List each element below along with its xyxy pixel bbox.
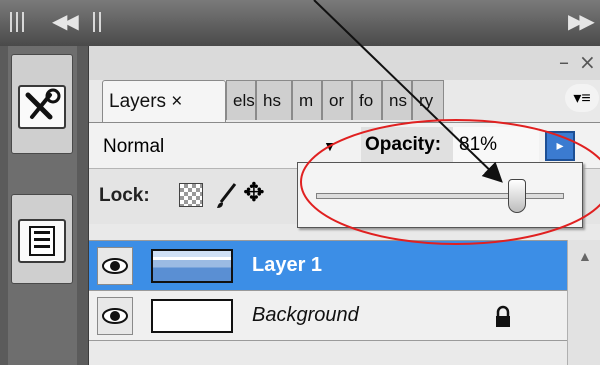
blend-mode-select[interactable]: Normal ▼ bbox=[97, 133, 357, 163]
tab-color[interactable]: or bbox=[322, 80, 352, 120]
layers-panel: – × Layers × els hs m or fo ns ry ▾≡ Nor… bbox=[88, 46, 600, 365]
minimize-button[interactable]: – bbox=[559, 50, 569, 74]
panel-menu-icon[interactable]: ▾≡ bbox=[565, 84, 599, 112]
info-panel-icon[interactable] bbox=[18, 219, 66, 263]
checker-icon[interactable] bbox=[179, 183, 203, 207]
chevron-down-icon[interactable]: ▼ bbox=[323, 138, 337, 154]
tool-strip bbox=[8, 46, 77, 365]
double-left-arrow-icon[interactable]: ◀◀ bbox=[52, 9, 79, 33]
tools-icon[interactable] bbox=[18, 85, 66, 129]
grip-handle[interactable] bbox=[99, 12, 101, 32]
opacity-slider-popup bbox=[297, 162, 583, 228]
lock-label: Lock: bbox=[99, 185, 150, 206]
tab-info[interactable]: fo bbox=[352, 80, 382, 120]
tab-channels[interactable]: els bbox=[226, 80, 256, 120]
opacity-slider-track[interactable] bbox=[316, 193, 564, 199]
grip-handle[interactable] bbox=[22, 12, 24, 32]
dock-header: ◀◀ ▶▶ bbox=[0, 0, 600, 46]
double-right-arrow-icon[interactable]: ▶▶ bbox=[568, 9, 595, 33]
tool-group bbox=[11, 54, 73, 154]
layer-name: Background bbox=[252, 304, 359, 326]
opacity-input[interactable]: 81% bbox=[453, 127, 539, 165]
tab-actions[interactable]: ns bbox=[382, 80, 412, 120]
tab-paths[interactable]: hs bbox=[256, 80, 292, 120]
layer-list-scrollbar[interactable]: ▲ bbox=[567, 240, 600, 365]
tab-history[interactable]: ry bbox=[412, 80, 444, 120]
panel-titlebar: – × bbox=[89, 46, 600, 80]
scroll-up-icon[interactable]: ▲ bbox=[578, 248, 592, 264]
layer-thumbnail bbox=[151, 299, 233, 333]
grip-handle[interactable] bbox=[93, 12, 95, 32]
opacity-slider-button[interactable]: ▸ bbox=[545, 131, 575, 161]
layer-list-empty-area bbox=[89, 340, 600, 365]
grip-handle[interactable] bbox=[10, 12, 12, 32]
move-icon[interactable]: ✥ bbox=[243, 178, 265, 208]
blend-mode-value: Normal bbox=[103, 136, 165, 157]
tab-m[interactable]: m bbox=[292, 80, 322, 120]
layer-name: Layer 1 bbox=[252, 254, 323, 276]
close-button[interactable]: × bbox=[579, 50, 596, 74]
layer-row-layer-1[interactable]: Layer 1 bbox=[89, 240, 600, 290]
grip-handle[interactable] bbox=[16, 12, 18, 32]
layer-thumbnail bbox=[151, 249, 233, 283]
brush-icon[interactable] bbox=[213, 181, 241, 216]
opacity-slider-thumb[interactable] bbox=[507, 179, 526, 213]
eye-icon[interactable] bbox=[97, 247, 133, 285]
lock-icon bbox=[493, 305, 513, 334]
opacity-label: Opacity: bbox=[361, 127, 453, 165]
tool-group bbox=[11, 194, 73, 284]
tab-layers[interactable]: Layers × bbox=[102, 80, 226, 122]
layer-row-background[interactable]: Background bbox=[89, 290, 600, 340]
eye-icon[interactable] bbox=[97, 297, 133, 335]
